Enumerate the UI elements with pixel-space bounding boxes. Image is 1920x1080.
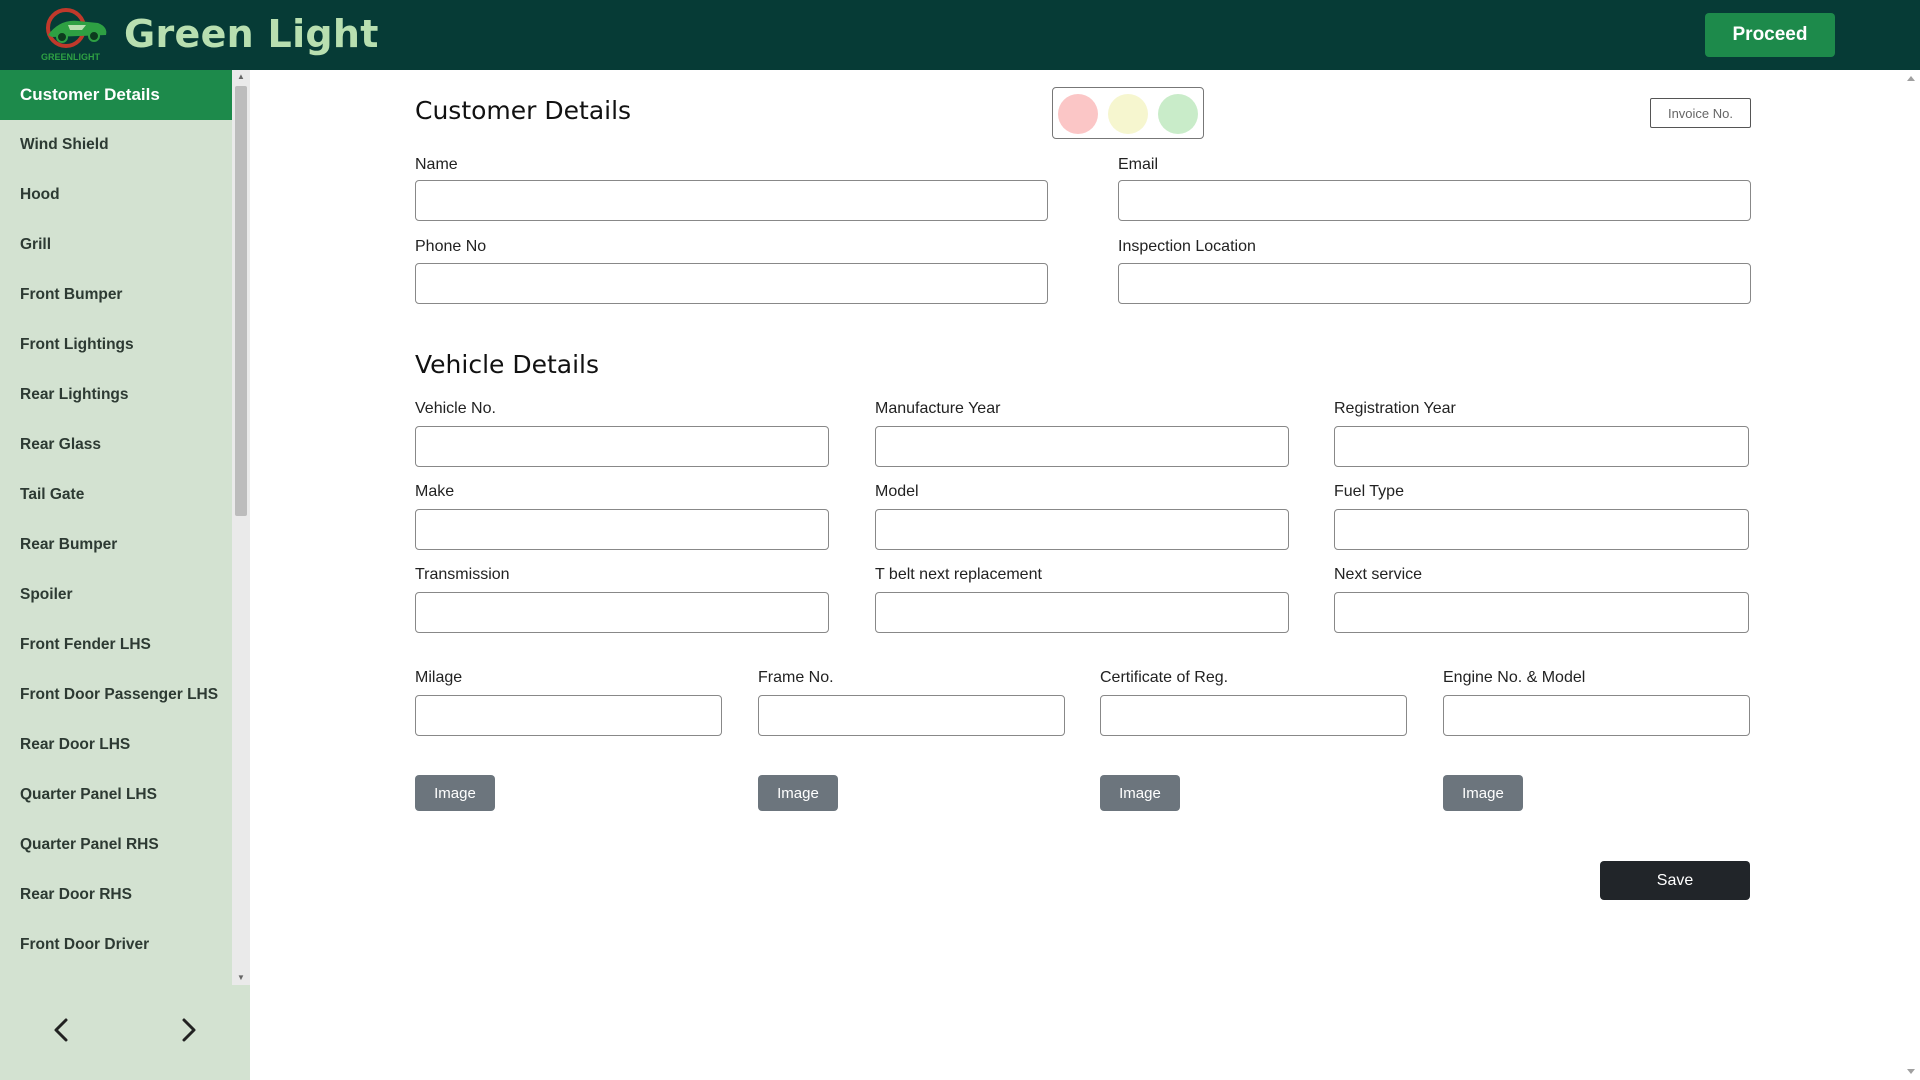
name-label: Name — [415, 156, 458, 173]
milage-image-button[interactable]: Image — [415, 775, 495, 811]
phone-label: Phone No — [415, 238, 487, 255]
vehicle-details-title: Vehicle Details — [415, 350, 600, 379]
app-header: GREENLIGHT Green Light Proceed — [0, 0, 1920, 70]
manufacture-year-label: Manufacture Year — [875, 400, 1001, 417]
sidebar-scrollbar[interactable]: ▲ ▼ — [232, 70, 250, 985]
sidebar-item-next[interactable] — [0, 970, 232, 985]
sidebar-item-front-fender-lhs[interactable]: Front Fender LHS — [0, 620, 232, 670]
fuel-type-label: Fuel Type — [1334, 483, 1404, 500]
app-title: Green Light — [124, 12, 379, 56]
fuel-type-input[interactable] — [1334, 509, 1749, 550]
t-belt-input[interactable] — [875, 592, 1289, 633]
make-label: Make — [415, 483, 455, 500]
frame-no-input[interactable] — [758, 695, 1065, 736]
engine-label: Engine No. & Model — [1443, 669, 1586, 686]
name-input[interactable] — [415, 180, 1048, 221]
chevron-right-icon[interactable] — [168, 1010, 208, 1050]
sidebar-item-rear-lightings[interactable]: Rear Lightings — [0, 370, 232, 420]
email-label: Email — [1118, 156, 1159, 173]
sidebar-item-rear-bumper[interactable]: Rear Bumper — [0, 520, 232, 570]
sidebar-item-front-door-passenger-lhs[interactable]: Front Door Passenger LHS — [0, 670, 232, 720]
save-button[interactable]: Save — [1600, 861, 1750, 900]
page-scroll-down-icon[interactable] — [1907, 1069, 1915, 1074]
frame-no-image-button[interactable]: Image — [758, 775, 838, 811]
certificate-input[interactable] — [1100, 695, 1407, 736]
customer-details-title: Customer Details — [415, 96, 632, 125]
engine-image-button[interactable]: Image — [1443, 775, 1523, 811]
sidebar-item-hood[interactable]: Hood — [0, 170, 232, 220]
green-light[interactable] — [1158, 94, 1198, 134]
sidebar-item-quarter-panel-rhs[interactable]: Quarter Panel RHS — [0, 820, 232, 870]
sidebar-nav-list: Customer Details Wind Shield Hood Grill … — [0, 70, 232, 985]
greenlight-logo: GREENLIGHT — [41, 8, 107, 62]
sidebar-pager — [0, 1010, 250, 1070]
certificate-label: Certificate of Reg. — [1100, 669, 1229, 686]
yellow-light[interactable] — [1108, 94, 1148, 134]
transmission-input[interactable] — [415, 592, 829, 633]
transmission-label: Transmission — [415, 566, 510, 583]
email-input[interactable] — [1118, 180, 1751, 221]
red-light[interactable] — [1058, 94, 1098, 134]
sidebar-item-front-bumper[interactable]: Front Bumper — [0, 270, 232, 320]
milage-input[interactable] — [415, 695, 722, 736]
model-label: Model — [875, 483, 919, 500]
sidebar-item-wind-shield[interactable]: Wind Shield — [0, 120, 232, 170]
model-input[interactable] — [875, 509, 1289, 550]
proceed-button[interactable]: Proceed — [1705, 13, 1835, 57]
sidebar-item-spoiler[interactable]: Spoiler — [0, 570, 232, 620]
sidebar-item-customer-details[interactable]: Customer Details — [0, 70, 232, 120]
scroll-up-arrow-icon[interactable]: ▲ — [232, 70, 250, 84]
milage-label: Milage — [415, 669, 463, 686]
next-service-label: Next service — [1334, 566, 1423, 583]
frame-no-label: Frame No. — [758, 669, 834, 686]
page-scroll-up-icon[interactable] — [1907, 76, 1915, 81]
registration-year-input[interactable] — [1334, 426, 1749, 467]
logo-text: GREENLIGHT — [41, 52, 101, 62]
scroll-down-arrow-icon[interactable]: ▼ — [232, 971, 250, 985]
vehicle-no-label: Vehicle No. — [415, 400, 496, 417]
main-content: Customer Details Invoice No. Name Email … — [250, 70, 1902, 1080]
sidebar-item-rear-door-lhs[interactable]: Rear Door LHS — [0, 720, 232, 770]
certificate-image-button[interactable]: Image — [1100, 775, 1180, 811]
sidebar-item-rear-glass[interactable]: Rear Glass — [0, 420, 232, 470]
sidebar-item-rear-door-rhs[interactable]: Rear Door RHS — [0, 870, 232, 920]
sidebar-item-grill[interactable]: Grill — [0, 220, 232, 270]
registration-year-label: Registration Year — [1334, 400, 1456, 417]
sidebar: Customer Details Wind Shield Hood Grill … — [0, 70, 250, 1080]
sidebar-item-quarter-panel-lhs[interactable]: Quarter Panel LHS — [0, 770, 232, 820]
sidebar-item-front-lightings[interactable]: Front Lightings — [0, 320, 232, 370]
chevron-left-icon[interactable] — [42, 1010, 82, 1050]
invoice-button[interactable]: Invoice No. — [1650, 98, 1751, 128]
vehicle-no-input[interactable] — [415, 426, 829, 467]
manufacture-year-input[interactable] — [875, 426, 1289, 467]
engine-input[interactable] — [1443, 695, 1750, 736]
make-input[interactable] — [415, 509, 829, 550]
sidebar-item-front-door-driver[interactable]: Front Door Driver — [0, 920, 232, 970]
page-scrollbar[interactable] — [1902, 70, 1920, 1080]
traffic-light-status — [1052, 87, 1204, 139]
phone-input[interactable] — [415, 263, 1048, 304]
sidebar-item-tail-gate[interactable]: Tail Gate — [0, 470, 232, 520]
next-service-input[interactable] — [1334, 592, 1749, 633]
sidebar-scroll-thumb[interactable] — [235, 86, 247, 516]
location-label: Inspection Location — [1118, 238, 1256, 255]
t-belt-label: T belt next replacement — [875, 566, 1042, 583]
location-input[interactable] — [1118, 263, 1751, 304]
